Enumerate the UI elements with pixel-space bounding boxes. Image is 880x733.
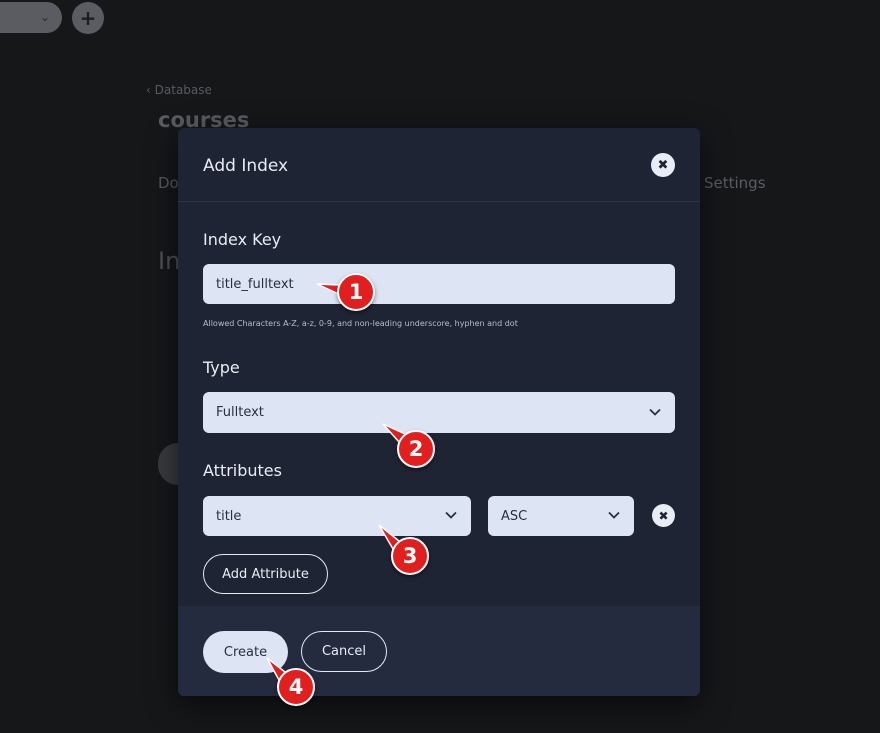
chevron-down-icon — [445, 509, 457, 524]
step-marker-4: 4 — [266, 657, 319, 710]
step-marker-1: 1 — [316, 269, 379, 315]
modal-header: Add Index ✖ — [178, 128, 700, 202]
index-key-value: title_fulltext — [216, 276, 294, 292]
step-number: 4 — [277, 668, 315, 706]
step-marker-3: 3 — [378, 524, 433, 579]
close-icon: ✖ — [657, 157, 669, 173]
add-icon[interactable]: + — [72, 2, 104, 34]
chevron-left-icon: ‹ — [146, 83, 151, 97]
step-number: 2 — [397, 430, 435, 468]
breadcrumb-label: Database — [154, 83, 212, 97]
tab-documents[interactable]: Do — [158, 174, 179, 192]
index-key-input[interactable]: title_fulltext — [203, 264, 675, 304]
remove-attribute-button[interactable]: ✖ — [652, 504, 675, 527]
order-value: ASC — [501, 508, 528, 524]
attribute-select[interactable]: title — [203, 496, 471, 536]
close-icon: ✖ — [658, 508, 669, 523]
attribute-value: title — [216, 508, 242, 524]
add-index-modal: Add Index ✖ Index Key title_fulltext All… — [178, 128, 700, 696]
type-select[interactable]: Fulltext — [203, 392, 675, 433]
breadcrumb[interactable]: ‹ Database — [146, 83, 212, 97]
index-key-label: Index Key — [203, 230, 282, 249]
index-key-hint: Allowed Characters A-Z, a-z, 0-9, and no… — [203, 319, 518, 328]
order-select[interactable]: ASC — [488, 496, 634, 536]
tab-settings[interactable]: Settings — [704, 174, 766, 192]
step-number: 3 — [391, 537, 429, 575]
type-label: Type — [203, 358, 240, 377]
add-attribute-button[interactable]: Add Attribute — [203, 554, 328, 594]
database-selector[interactable]: ⌄ — [0, 2, 62, 33]
step-number: 1 — [337, 273, 375, 311]
modal-footer: Create Cancel — [178, 606, 700, 696]
chevron-down-icon — [608, 509, 620, 524]
chevron-down-icon — [649, 405, 661, 420]
modal-title: Add Index — [203, 156, 289, 176]
step-marker-2: 2 — [382, 423, 439, 472]
section-heading: In — [158, 247, 181, 275]
close-button[interactable]: ✖ — [651, 153, 675, 177]
attributes-label: Attributes — [203, 461, 282, 480]
chevron-down-icon: ⌄ — [39, 10, 50, 24]
type-value: Fulltext — [216, 405, 264, 420]
